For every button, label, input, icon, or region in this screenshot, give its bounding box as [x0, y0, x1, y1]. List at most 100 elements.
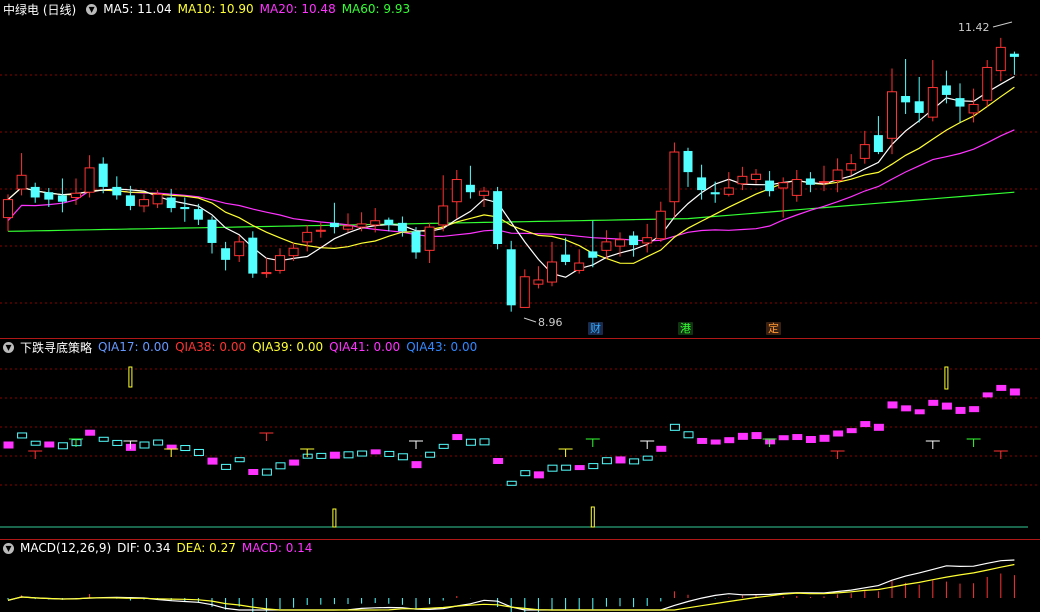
oscillator-bar: [805, 436, 816, 443]
oscillator-bar: [751, 432, 762, 440]
candle-body: [152, 193, 163, 205]
indicator-title: 下跌寻底策略: [20, 340, 93, 355]
chevron-down-icon[interactable]: ▾: [3, 341, 14, 353]
low-price-label: 8.96: [538, 316, 563, 329]
oscillator-bar: [98, 436, 109, 442]
oscillator-bar: [533, 471, 544, 479]
ma60-label: MA60: 9.93: [341, 2, 411, 16]
oscillator-bar: [357, 450, 368, 457]
candle-body: [221, 248, 231, 260]
oscillator-bar: [615, 456, 626, 464]
qia17-label: QIA17: 0.00: [98, 340, 170, 354]
candle-body: [941, 85, 951, 95]
placement-marker[interactable]: 定: [766, 322, 781, 335]
candle-body: [995, 46, 1006, 72]
candle-body: [112, 186, 122, 196]
oscillator-bar: [547, 464, 558, 472]
oscillator-bar: [370, 449, 381, 455]
oscillator-bar: [778, 435, 789, 441]
main-chart-canvas[interactable]: 11.42 8.96: [0, 0, 1040, 338]
oscillator-bar: [656, 445, 667, 452]
oscillator-bar: [601, 457, 612, 465]
signal-spike: [590, 506, 595, 528]
candle-body: [791, 179, 802, 196]
oscillator-bar: [873, 423, 884, 431]
oscillator-bar: [384, 450, 395, 457]
candle-body: [207, 219, 217, 243]
candle-body: [315, 229, 326, 232]
candle-body: [982, 66, 993, 101]
candle-body: [397, 222, 407, 232]
oscillator-bar: [112, 439, 123, 446]
candle-body: [561, 254, 571, 262]
oscillator-bar: [3, 441, 14, 449]
oscillator-bar: [969, 406, 980, 413]
main-chart-panel[interactable]: 11.42 8.96 中绿电 (日线) ▾ MA5: 11.04 MA10: 10…: [0, 0, 1040, 338]
oscillator-bar: [275, 462, 286, 470]
candle-body: [288, 247, 299, 257]
oscillator-bar: [329, 451, 340, 459]
indicator-canvas[interactable]: [0, 339, 1040, 539]
candle-body: [438, 205, 449, 226]
indicator-panel[interactable]: ▾ 下跌寻底策略 QIA17: 0.00 QIA38: 0.00 QIA39: …: [0, 339, 1040, 539]
oscillator-bar: [289, 459, 300, 466]
candle-body: [71, 192, 81, 198]
candle-body: [737, 175, 748, 185]
oscillator-bar: [941, 402, 952, 410]
oscillator-bar: [30, 440, 41, 446]
main-title: 中绿电 (日线): [3, 2, 77, 17]
hk-connect-marker[interactable]: 港: [678, 322, 693, 335]
candle-body: [506, 249, 516, 306]
candle-body: [669, 151, 680, 203]
candle-body: [547, 261, 557, 283]
oscillator-bar: [955, 406, 966, 414]
candle-body: [424, 226, 435, 251]
candle-body: [655, 210, 666, 240]
finance-marker[interactable]: 财: [588, 322, 603, 335]
candle-body: [3, 199, 13, 219]
oscillator-bar: [493, 458, 504, 464]
candle-body: [275, 255, 285, 271]
oscillator-bar: [153, 439, 164, 446]
candle-body: [193, 209, 203, 220]
oscillator-bar: [438, 443, 449, 449]
qia39-label: QIA39: 0.00: [252, 340, 324, 354]
oscillator-bar: [452, 434, 463, 441]
candle-body: [697, 177, 707, 191]
oscillator-bar: [642, 455, 653, 461]
candle-body: [411, 231, 421, 253]
oscillator-bar: [737, 432, 748, 440]
chevron-down-icon[interactable]: ▾: [3, 542, 14, 554]
oscillator-bar: [996, 384, 1007, 391]
oscillator-bar: [833, 430, 844, 437]
oscillator-bar: [588, 463, 599, 470]
candle-body: [887, 91, 897, 139]
oscillator-bar: [928, 399, 939, 406]
signal-spike: [332, 508, 337, 528]
candle-body: [901, 96, 911, 103]
candle-body: [166, 197, 176, 209]
chevron-down-icon[interactable]: ▾: [86, 3, 98, 15]
candle-body: [710, 192, 720, 195]
candle-body: [234, 241, 245, 257]
macd-panel[interactable]: ▾ MACD(12,26,9) DIF: 0.34 DEA: 0.27 MACD…: [0, 540, 1040, 612]
oscillator-bar: [180, 445, 191, 452]
oscillator-bar: [207, 457, 218, 465]
oscillator-bar: [697, 437, 708, 444]
oscillator-bar: [901, 405, 912, 412]
oscillator-bar: [887, 401, 898, 409]
candle-body: [751, 173, 761, 181]
candle-body: [778, 182, 789, 189]
candle-body: [370, 220, 381, 226]
candle-body: [683, 150, 693, 173]
oscillator-bar: [846, 428, 857, 434]
signal-spike: [944, 366, 949, 390]
oscillator-bar: [465, 438, 476, 446]
candle-body: [302, 231, 313, 243]
candle-body: [533, 279, 544, 285]
candle-body: [98, 163, 108, 187]
candle-body: [873, 135, 883, 153]
oscillator-bar: [425, 451, 436, 458]
candle-body: [16, 174, 27, 190]
oscillator-bar: [520, 470, 531, 477]
